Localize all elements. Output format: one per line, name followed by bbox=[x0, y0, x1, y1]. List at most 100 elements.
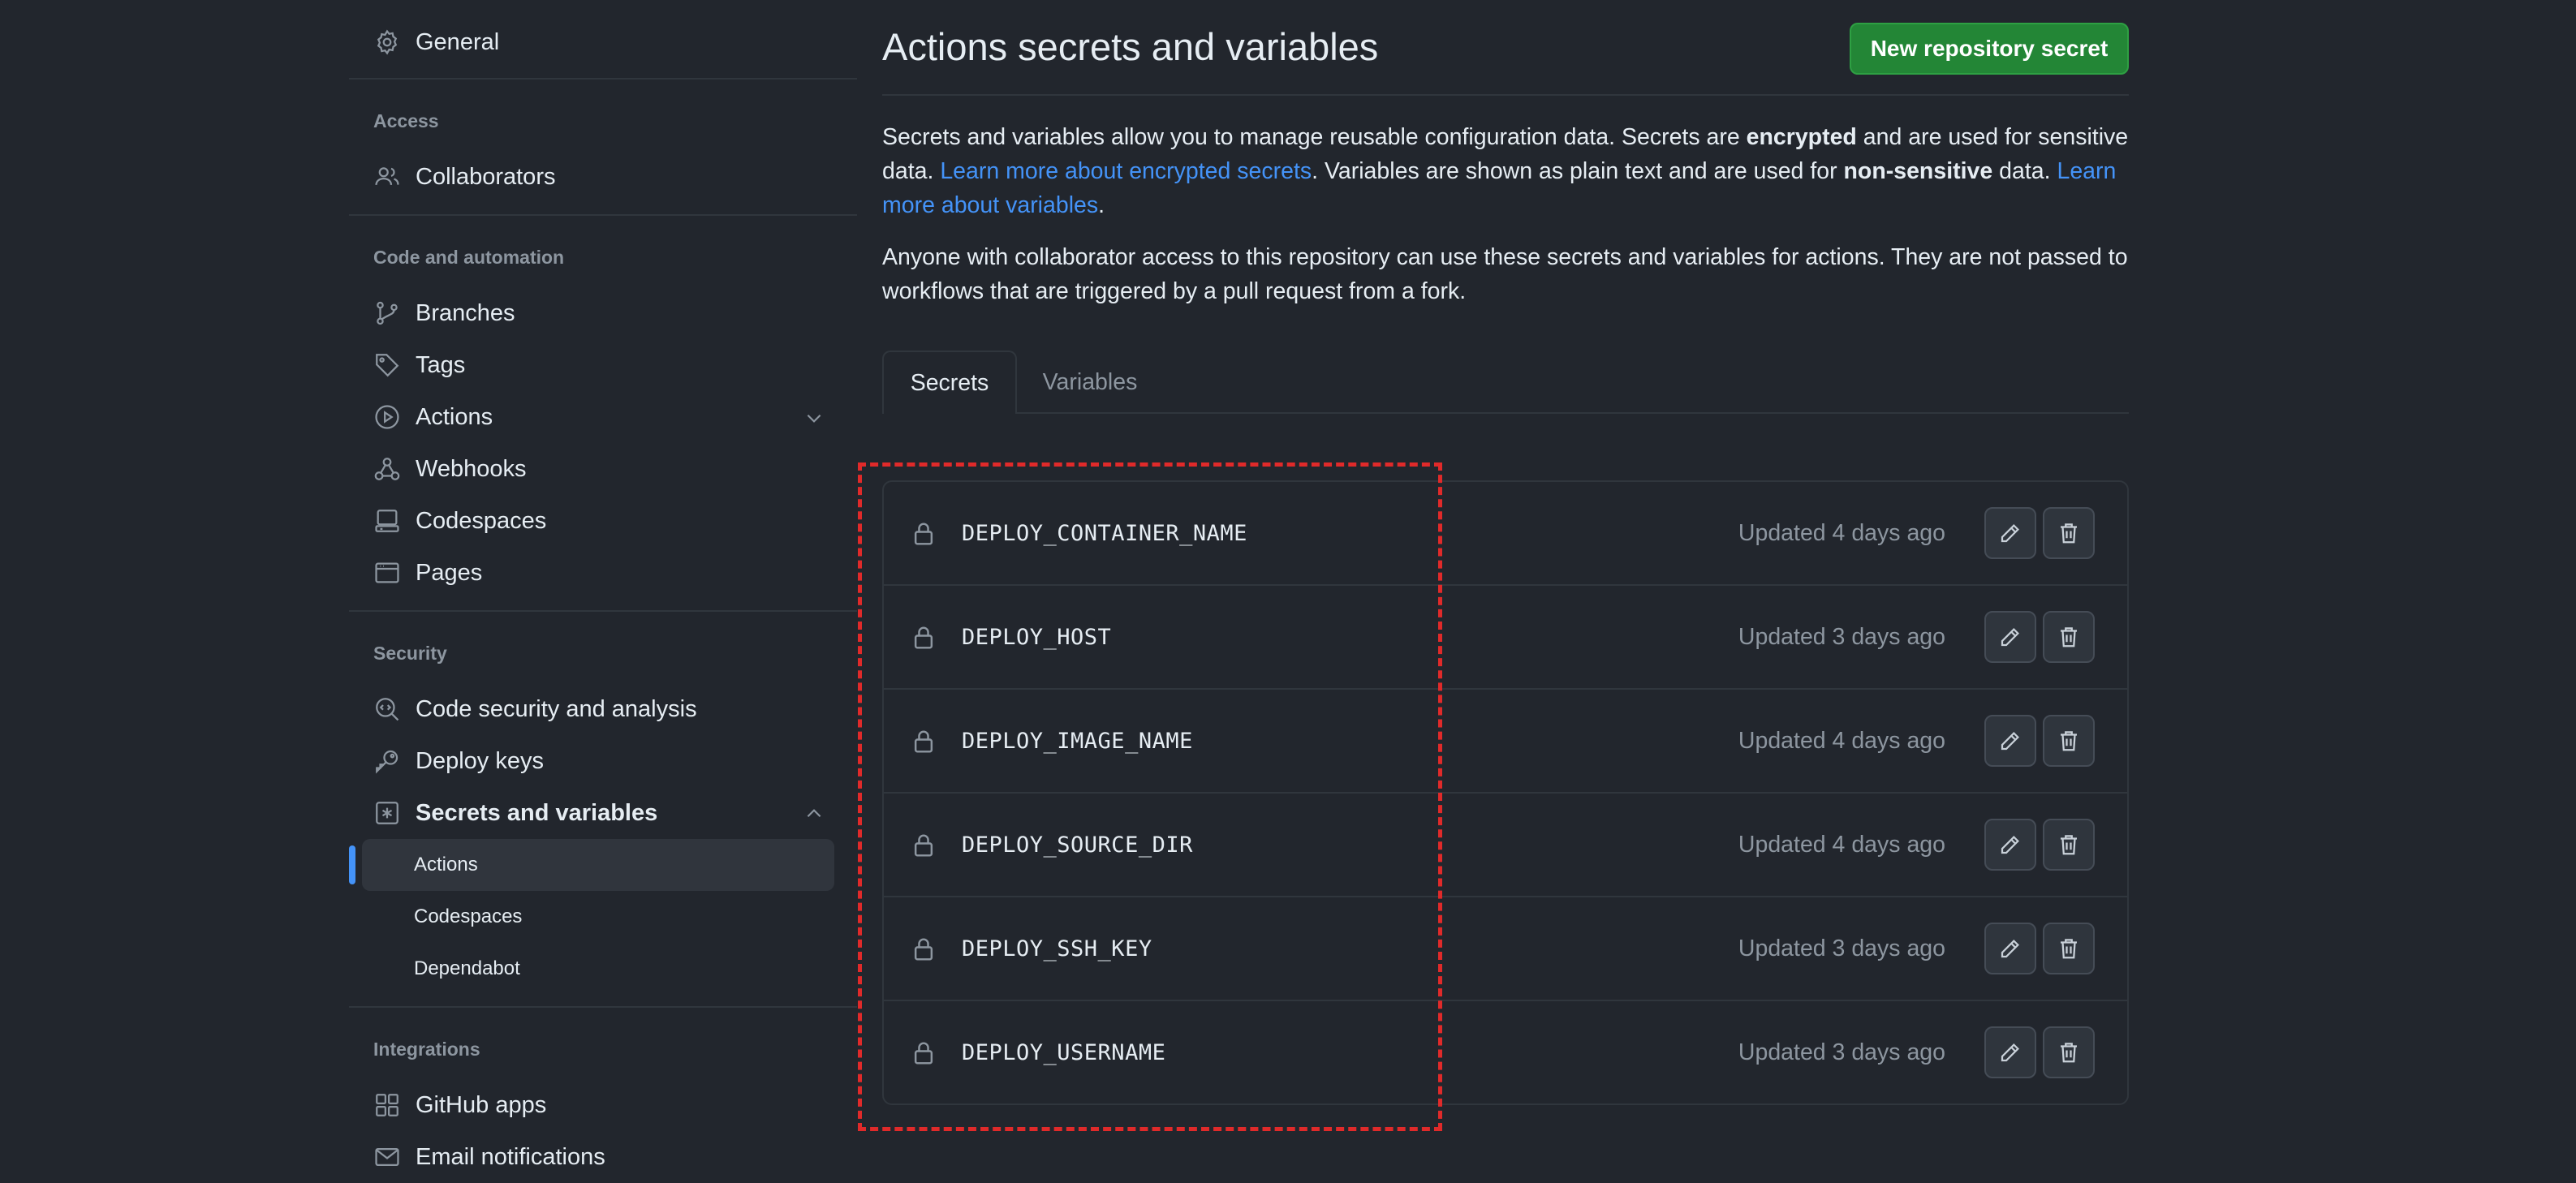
sidebar-item-label: General bbox=[416, 28, 500, 55]
sidebar-item-label: Tags bbox=[416, 351, 466, 378]
pencil-icon bbox=[1998, 832, 2022, 857]
desc-text: . Variables are shown as plain text and … bbox=[1312, 158, 1844, 184]
lock-icon bbox=[911, 1040, 936, 1066]
sidebar-item-tags[interactable]: Tags bbox=[349, 339, 857, 391]
delete-secret-button[interactable] bbox=[2043, 715, 2095, 767]
branch-icon bbox=[373, 299, 401, 327]
chevron-up-icon[interactable] bbox=[803, 803, 825, 824]
delete-secret-button[interactable] bbox=[2043, 611, 2095, 663]
sidebar-divider bbox=[349, 214, 857, 216]
delete-secret-button[interactable] bbox=[2043, 819, 2095, 871]
sidebar-item-deploy-keys[interactable]: Deploy keys bbox=[349, 735, 857, 787]
lock-icon bbox=[911, 936, 936, 962]
section-title-security: Security bbox=[373, 643, 447, 664]
sidebar-divider bbox=[349, 1006, 857, 1008]
pencil-icon bbox=[1998, 625, 2022, 649]
edit-secret-button[interactable] bbox=[1984, 1026, 2036, 1078]
sidebar-item-pages[interactable]: Pages bbox=[349, 547, 857, 599]
tag-icon bbox=[373, 351, 401, 379]
edit-secret-button[interactable] bbox=[1984, 715, 2036, 767]
play-icon bbox=[373, 403, 401, 431]
edit-secret-button[interactable] bbox=[1984, 507, 2036, 559]
apps-icon bbox=[373, 1091, 401, 1119]
sidebar-item-label: Collaborators bbox=[416, 163, 556, 190]
title-divider bbox=[882, 94, 2129, 96]
tab-variables[interactable]: Variables bbox=[1017, 351, 1163, 414]
secret-updated: Updated 4 days ago bbox=[1738, 727, 1945, 754]
browser-icon bbox=[373, 559, 401, 587]
sidebar-item-email-notifications[interactable]: Email notifications bbox=[349, 1131, 857, 1183]
delete-secret-button[interactable] bbox=[2043, 1026, 2095, 1078]
edit-secret-button[interactable] bbox=[1984, 611, 2036, 663]
sidebar-item-actions[interactable]: Actions bbox=[349, 391, 857, 443]
key-icon bbox=[373, 747, 401, 775]
edit-secret-button[interactable] bbox=[1984, 923, 2036, 974]
trash-icon bbox=[2057, 729, 2081, 753]
secret-name: DEPLOY_SOURCE_DIR bbox=[962, 832, 1193, 858]
trash-icon bbox=[2057, 832, 2081, 857]
sidebar-subitem-codespaces[interactable]: Codespaces bbox=[349, 891, 857, 943]
pencil-icon bbox=[1998, 1040, 2022, 1065]
active-indicator bbox=[349, 845, 355, 884]
learn-encrypted-secrets-link[interactable]: Learn more about encrypted secrets bbox=[940, 158, 1312, 184]
lock-icon bbox=[911, 832, 936, 858]
new-repository-secret-button[interactable]: New repository secret bbox=[1850, 23, 2129, 75]
pencil-icon bbox=[1998, 521, 2022, 545]
chevron-down-icon[interactable] bbox=[803, 407, 825, 428]
desc-bold-non-sensitive: non-sensitive bbox=[1843, 158, 1993, 184]
sidebar-item-label: Email notifications bbox=[416, 1143, 605, 1170]
sidebar-item-collaborators[interactable]: Collaborators bbox=[349, 151, 857, 203]
asterisk-icon bbox=[373, 799, 401, 827]
sidebar-item-label: Codespaces bbox=[416, 507, 547, 534]
delete-secret-button[interactable] bbox=[2043, 507, 2095, 559]
desc-text: . bbox=[1098, 192, 1105, 218]
sidebar-item-branches[interactable]: Branches bbox=[349, 287, 857, 339]
secret-row: DEPLOY_CONTAINER_NAME Updated 4 days ago bbox=[884, 482, 2127, 584]
trash-icon bbox=[2057, 521, 2081, 545]
tab-secrets[interactable]: Secrets bbox=[882, 351, 1017, 414]
secret-row: DEPLOY_USERNAME Updated 3 days ago bbox=[884, 1000, 2127, 1103]
sidebar-item-label: Code security and analysis bbox=[416, 695, 697, 722]
mail-icon bbox=[373, 1143, 401, 1171]
description-paragraph-2: Anyone with collaborator access to this … bbox=[882, 244, 2128, 304]
pencil-icon bbox=[1998, 729, 2022, 753]
sidebar-item-label: Webhooks bbox=[416, 455, 527, 482]
secret-updated: Updated 3 days ago bbox=[1738, 1039, 1945, 1065]
sidebar-item-webhooks[interactable]: Webhooks bbox=[349, 443, 857, 495]
codespaces-icon bbox=[373, 507, 401, 535]
sidebar-item-github-apps[interactable]: GitHub apps bbox=[349, 1079, 857, 1131]
section-title-integrations: Integrations bbox=[373, 1039, 480, 1060]
sidebar-item-label: Branches bbox=[416, 299, 515, 326]
trash-icon bbox=[2057, 1040, 2081, 1065]
sidebar-item-code-security[interactable]: Code security and analysis bbox=[349, 683, 857, 735]
sidebar-subitem-dependabot[interactable]: Dependabot bbox=[349, 943, 857, 995]
description: Secrets and variables allow you to manag… bbox=[882, 120, 2129, 326]
delete-secret-button[interactable] bbox=[2043, 923, 2095, 974]
lock-icon bbox=[911, 625, 936, 651]
codescan-icon bbox=[373, 695, 401, 723]
sidebar-item-label: GitHub apps bbox=[416, 1091, 547, 1118]
secret-updated: Updated 3 days ago bbox=[1738, 623, 1945, 650]
secret-updated: Updated 4 days ago bbox=[1738, 831, 1945, 858]
secret-name: DEPLOY_HOST bbox=[962, 624, 1112, 650]
lock-icon bbox=[911, 521, 936, 547]
secret-name: DEPLOY_USERNAME bbox=[962, 1039, 1166, 1065]
sidebar-item-secrets-variables[interactable]: Secrets and variables bbox=[349, 787, 857, 839]
sidebar-divider bbox=[349, 610, 857, 612]
settings-sidebar: General Access Collaborators Code and au… bbox=[349, 0, 857, 1183]
sidebar-divider bbox=[349, 78, 857, 80]
sidebar-item-codespaces[interactable]: Codespaces bbox=[349, 495, 857, 547]
sidebar-item-general[interactable]: General bbox=[349, 16, 857, 68]
sidebar-subitem-actions[interactable]: Actions bbox=[349, 839, 834, 891]
trash-icon bbox=[2057, 936, 2081, 961]
sidebar-subitem-label: Actions bbox=[414, 854, 478, 875]
secret-row: DEPLOY_IMAGE_NAME Updated 4 days ago bbox=[884, 688, 2127, 792]
edit-secret-button[interactable] bbox=[1984, 819, 2036, 871]
desc-text: data. bbox=[1992, 158, 2057, 184]
secret-name: DEPLOY_IMAGE_NAME bbox=[962, 728, 1193, 754]
sidebar-item-label: Secrets and variables bbox=[416, 799, 658, 826]
page-title: Actions secrets and variables bbox=[882, 25, 1379, 68]
sidebar-item-label: Actions bbox=[416, 403, 493, 430]
webhook-icon bbox=[373, 455, 401, 483]
pencil-icon bbox=[1998, 936, 2022, 961]
